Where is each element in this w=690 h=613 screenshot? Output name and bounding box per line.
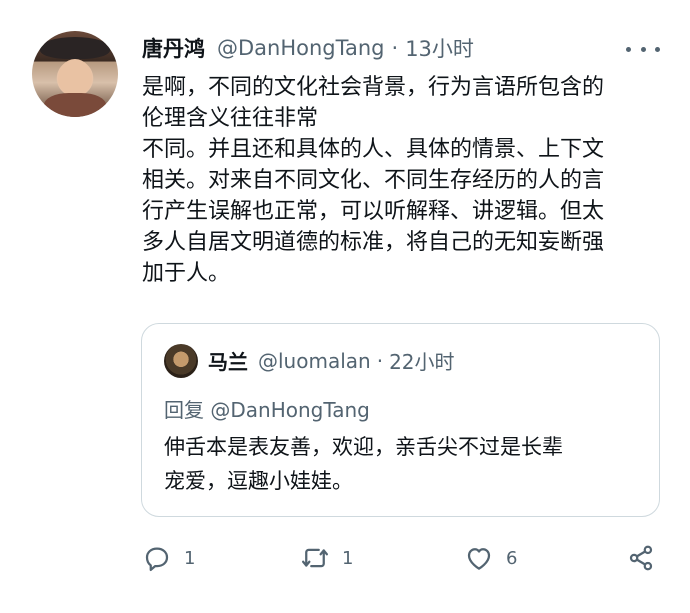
tweet-line: 伦理含义往往非常 xyxy=(142,106,319,131)
quote-text: 伸舌本是表友善，欢迎，亲舌尖不过是长辈 宠爱，逗趣小娃娃。 xyxy=(164,430,563,498)
avatar-face xyxy=(58,59,92,97)
retweet-button[interactable]: 1 xyxy=(300,536,353,580)
tweet-header: 唐丹鸿 @DanHongTang · 13小时 xyxy=(142,34,474,62)
more-dot xyxy=(655,46,660,52)
retweet-count: 1 xyxy=(342,547,354,569)
like-button[interactable]: 6 xyxy=(464,536,517,580)
avatar-hat xyxy=(40,37,110,59)
tweet-line: 不同。并且还和具体的人、具体的情景、上下文 xyxy=(142,137,605,162)
like-count: 6 xyxy=(506,547,518,569)
author-handle[interactable]: @DanHongTang xyxy=(217,36,385,60)
quote-timestamp[interactable]: 22小时 xyxy=(389,346,454,375)
tweet-text: 是啊，不同的文化社会背景，行为言语所包含的 伦理含义往往非常 不同。并且还和具体… xyxy=(142,72,662,289)
retweet-icon xyxy=(302,548,328,568)
quoted-tweet[interactable]: 马兰 @luomalan · 22小时 回复 @DanHongTang 伸舌本是… xyxy=(141,323,660,517)
more-dot xyxy=(640,46,646,52)
action-bar: 1 1 6 xyxy=(0,536,690,580)
reply-button[interactable]: 1 xyxy=(142,536,195,580)
share-icon xyxy=(629,545,653,571)
quote-header: 马兰 @luomalan · 22小时 xyxy=(208,346,455,375)
tweet-timestamp[interactable]: 13小时 xyxy=(405,33,474,63)
quote-avatar[interactable] xyxy=(164,344,198,378)
reply-to-label: 回复 @DanHongTang xyxy=(164,398,370,422)
tweet-line: 是啊，不同的文化社会背景，行为言语所包含的 xyxy=(142,75,605,100)
separator-dot: · xyxy=(376,348,384,373)
tweet-line: 行产生误解也正常，可以听解释、讲逻辑。但太 xyxy=(142,199,605,224)
tweet-line: 相关。对来自不同文化、不同生存经历的人的言 xyxy=(142,168,605,193)
more-icon[interactable] xyxy=(626,40,660,58)
tweet-line: 加于人。 xyxy=(142,261,231,286)
avatar-scarf xyxy=(44,93,106,117)
share-button[interactable] xyxy=(626,536,656,580)
reply-count: 1 xyxy=(184,547,196,569)
tweet-line: 多人自居文明道德的标准，将自己的无知妄断强 xyxy=(142,230,605,255)
reply-icon xyxy=(145,547,169,571)
separator-dot: · xyxy=(391,36,399,60)
like-icon xyxy=(467,548,491,570)
quote-line: 伸舌本是表友善，欢迎，亲舌尖不过是长辈 xyxy=(164,435,563,459)
author-name[interactable]: 唐丹鸿 xyxy=(142,33,205,63)
more-dot xyxy=(626,46,631,52)
quote-author-name[interactable]: 马兰 xyxy=(208,346,248,375)
quote-author-handle[interactable]: @luomalan xyxy=(258,349,371,373)
quote-line: 宠爱，逗趣小娃娃。 xyxy=(164,469,353,493)
tweet-avatar[interactable] xyxy=(32,31,118,117)
